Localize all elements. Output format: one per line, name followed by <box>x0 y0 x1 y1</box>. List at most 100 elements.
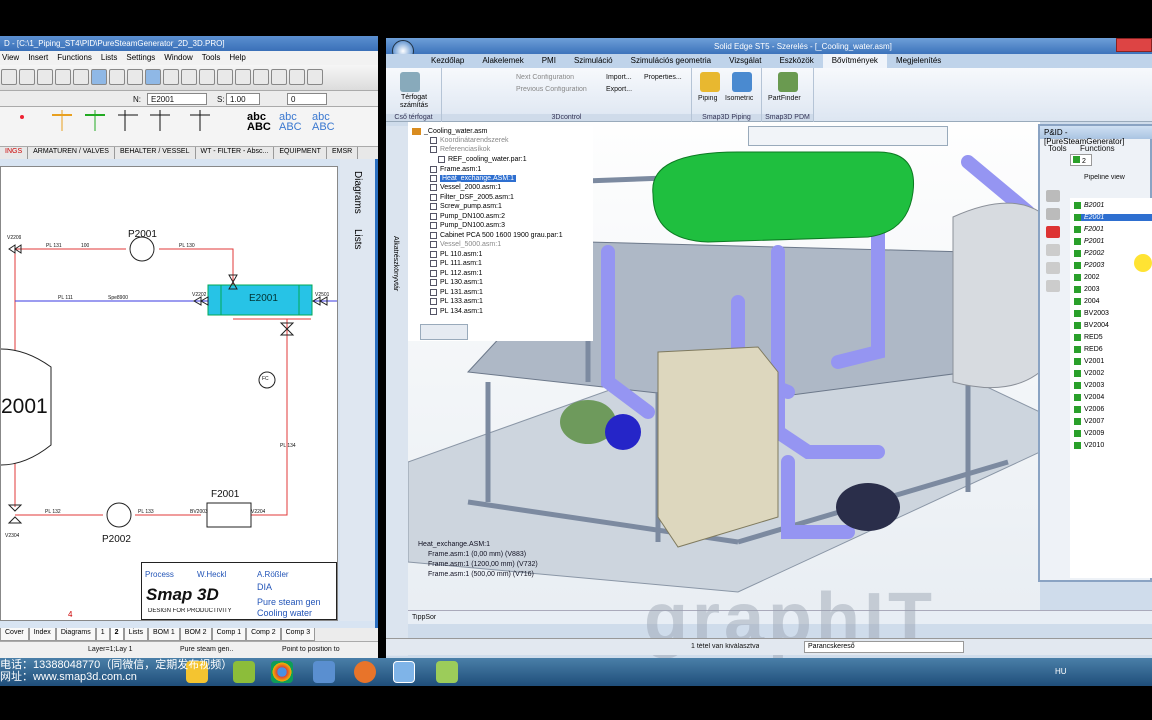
tab-eszkozok[interactable]: Eszközök <box>770 54 822 68</box>
tag-v2209[interactable]: V2209 <box>7 235 21 241</box>
sheet-2[interactable]: 2 <box>109 628 124 641</box>
pid-item-9[interactable]: BV2003 <box>1074 310 1109 317</box>
tag-p2002[interactable]: P2002 <box>102 534 131 545</box>
tag-bv2003[interactable]: BV2003 <box>190 509 208 515</box>
tree-item-7[interactable]: Filter_DSF_2005.asm:1 <box>430 194 514 201</box>
pid-item-7[interactable]: 2003 <box>1074 286 1100 293</box>
tool-icon-1[interactable] <box>1046 190 1060 202</box>
partfinder-button[interactable]: PartFinder <box>768 95 801 102</box>
tree-item-8[interactable]: Screw_pump.asm:1 <box>430 203 502 210</box>
text-style-bold[interactable]: abc ABC <box>247 112 271 133</box>
piping-button[interactable]: Piping <box>698 95 717 102</box>
tab-szim-geometria[interactable]: Szimulációs geometria <box>622 54 720 68</box>
tag-fc[interactable]: FC <box>262 376 269 382</box>
delete-icon[interactable] <box>235 69 251 85</box>
tree-item-18[interactable]: PL 133.asm:1 <box>430 298 483 305</box>
pipe-pl133[interactable]: PL 133 <box>138 509 154 515</box>
language-indicator[interactable]: HU <box>1055 667 1067 676</box>
tag-e2001[interactable]: E2001 <box>249 293 278 304</box>
checkbox[interactable] <box>430 260 437 267</box>
square-icon[interactable] <box>199 69 215 85</box>
pid-item-1[interactable]: E2001 <box>1074 214 1152 221</box>
partfinder-icon[interactable] <box>778 72 798 92</box>
menu-insert[interactable]: Insert <box>28 53 48 63</box>
tree-item-19[interactable]: PL 134.asm:1 <box>430 308 483 315</box>
checkbox[interactable] <box>430 175 437 182</box>
tab-bovitmenyek[interactable]: Bővítmények <box>822 54 887 68</box>
menu-settings[interactable]: Settings <box>126 53 155 63</box>
zigzag-icon[interactable] <box>217 69 233 85</box>
connect-icon[interactable] <box>127 69 143 85</box>
sheet-bom2[interactable]: BOM 2 <box>179 628 212 641</box>
pipe-pl131[interactable]: PL 131 <box>46 243 62 249</box>
tree-root[interactable]: _Cooling_water.asm <box>412 128 487 135</box>
pid-item-2[interactable]: F2001 <box>1074 226 1104 233</box>
solid-edge-task-icon[interactable] <box>393 661 415 683</box>
next-config[interactable]: Next Configuration <box>516 74 574 81</box>
pid-item-20[interactable]: V2010 <box>1074 442 1104 449</box>
menu-window[interactable]: Window <box>164 53 192 63</box>
s-field[interactable]: 1.00 <box>226 93 260 105</box>
checkbox[interactable] <box>438 156 445 163</box>
text-style-blue-2[interactable]: abc ABC <box>312 112 335 133</box>
sheet-comp3[interactable]: Comp 3 <box>280 628 316 641</box>
sheet-lists[interactable]: Lists <box>123 628 148 641</box>
checkbox[interactable] <box>430 279 437 286</box>
pid-item-5[interactable]: P2003 <box>1074 262 1104 269</box>
checkbox[interactable] <box>430 166 437 173</box>
tool-icon-2[interactable] <box>1046 208 1060 220</box>
line-tool-icon[interactable] <box>109 69 125 85</box>
checkbox[interactable] <box>430 222 437 229</box>
new-icon[interactable] <box>1 69 17 85</box>
sheet-bom1[interactable]: BOM 1 <box>147 628 180 641</box>
n-field[interactable]: E2001 <box>147 93 207 105</box>
pipe-pl111[interactable]: PL 111 <box>58 295 73 301</box>
tree-item-3[interactable]: REF_cooling_water.par:1 <box>438 156 527 163</box>
tree-item-5[interactable]: Heat_exchange.ASM:1 <box>430 175 516 182</box>
pipe-tool-icon[interactable] <box>91 69 107 85</box>
pid-item-13[interactable]: V2001 <box>1074 358 1104 365</box>
tree-item-11[interactable]: Cabinet PCA 500 1600 1900 grau.par:1 <box>430 232 563 239</box>
move-icon[interactable] <box>271 69 287 85</box>
properties-button[interactable]: Properties... <box>644 74 682 81</box>
pipe-pl130[interactable]: PL 130 <box>179 243 195 249</box>
pid-item-14[interactable]: V2002 <box>1074 370 1104 377</box>
app-icon[interactable] <box>233 661 255 683</box>
checkbox[interactable] <box>430 213 437 220</box>
tab-alakelemek[interactable]: Alakelemek <box>473 54 532 68</box>
tree-item-15[interactable]: PL 112.asm:1 <box>430 270 482 277</box>
tool-icon-6[interactable] <box>1046 280 1060 292</box>
pid-item-16[interactable]: V2004 <box>1074 394 1104 401</box>
checkbox[interactable] <box>430 251 437 258</box>
tab-alkatreszkonyvtar[interactable]: Alkatrészkönyvtár <box>392 236 399 291</box>
cat-tab-0[interactable]: INGS <box>0 147 29 159</box>
tab-vizsgalat[interactable]: Vizsgálat <box>720 54 770 68</box>
menu-lists[interactable]: Lists <box>101 53 117 63</box>
tag-v2210[interactable]: V2304 <box>5 533 19 539</box>
text-style-blue-1[interactable]: abc ABC <box>279 112 302 133</box>
sheet-1[interactable]: 1 <box>95 628 110 641</box>
pipe-pl132[interactable]: PL 132 <box>45 509 61 515</box>
menu-functions[interactable]: Functions <box>57 53 92 63</box>
tree-item-6[interactable]: Vessel_2000.asm:1 <box>430 184 501 191</box>
open-icon[interactable] <box>19 69 35 85</box>
volume-button[interactable]: Térfogat számítás <box>388 94 440 110</box>
volume-icon[interactable] <box>400 72 420 92</box>
checkbox[interactable] <box>430 137 437 144</box>
tree-item-4[interactable]: Frame.asm:1 <box>430 166 481 173</box>
tree-item-1[interactable]: Koordinátarendszerek <box>430 137 509 144</box>
tab-diagrams[interactable]: Diagrams <box>352 171 363 214</box>
export-button[interactable]: Export... <box>606 86 632 93</box>
cat-tab-3[interactable]: WT - FILTER - Absc... <box>196 147 275 159</box>
pid-item-15[interactable]: V2003 <box>1074 382 1104 389</box>
tab-szimulacio[interactable]: Szimuláció <box>565 54 622 68</box>
piping-icon[interactable] <box>700 72 720 92</box>
cat-tab-2[interactable]: BEHALTER / VESSEL <box>115 147 196 159</box>
tag-v2204[interactable]: V2204 <box>251 509 265 515</box>
tree-item-17[interactable]: PL 131.asm:1 <box>430 289 483 296</box>
cat-tab-4[interactable]: EQUIPMENT <box>274 147 327 159</box>
tool-icon-5[interactable] <box>1046 262 1060 274</box>
pipeline-view[interactable]: Pipeline view <box>1084 174 1125 181</box>
save-icon[interactable] <box>37 69 53 85</box>
pid-drawing-canvas[interactable]: P2001 E2001 2001 F2001 P2002 V2209 V2202… <box>0 166 338 621</box>
